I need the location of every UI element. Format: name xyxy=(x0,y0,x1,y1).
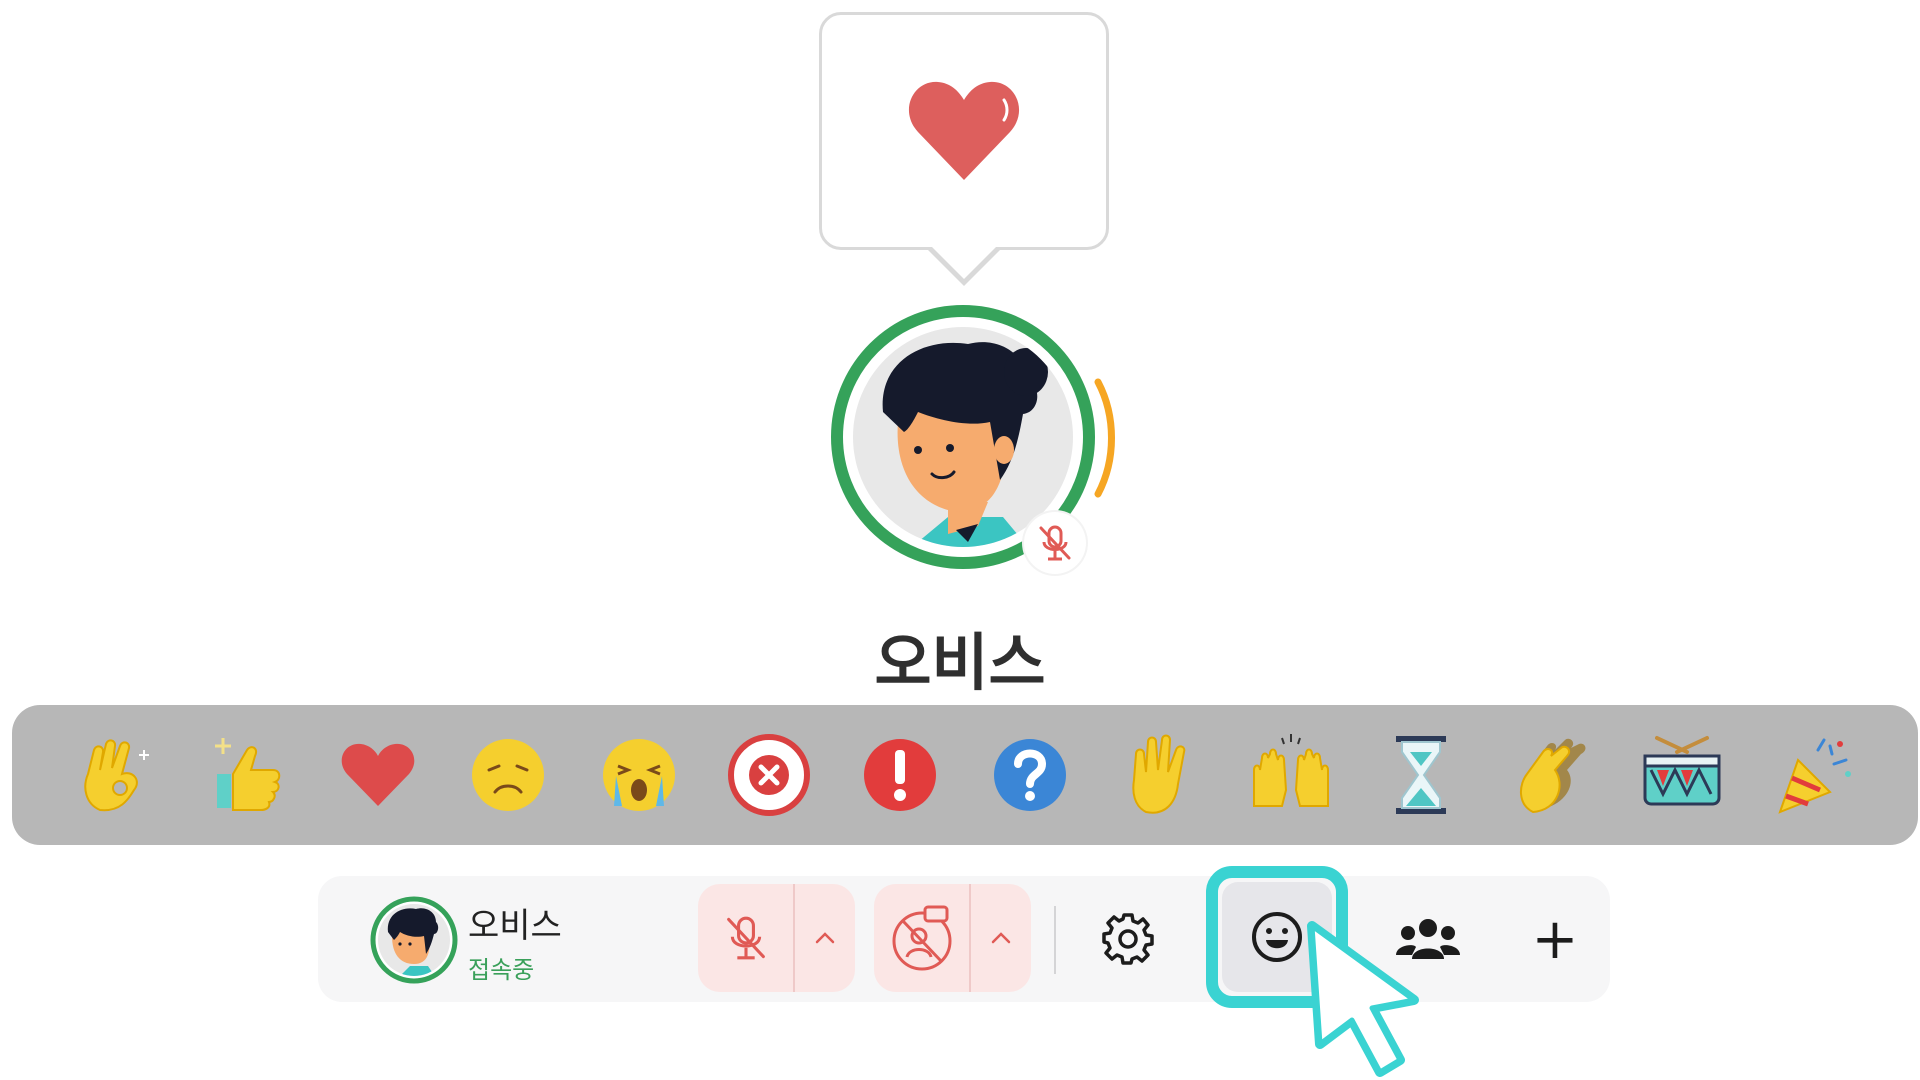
clapping-hands-icon xyxy=(1519,738,1586,814)
heart-icon xyxy=(908,81,1020,180)
emoji-crying-button[interactable] xyxy=(591,727,687,823)
connection-status: 접속중 xyxy=(468,956,535,984)
raised-hand-icon xyxy=(1131,734,1185,814)
mic-options-button[interactable] xyxy=(795,884,855,992)
add-button[interactable]: + xyxy=(1510,894,1600,984)
party-popper-icon xyxy=(1778,738,1851,814)
user-name: 오비스 xyxy=(468,906,562,946)
emoji-question-button[interactable] xyxy=(982,727,1078,823)
thumbs-up-icon xyxy=(214,738,280,811)
reaction-bubble xyxy=(819,12,1109,250)
emoji-ok-hand-button[interactable] xyxy=(69,727,165,823)
gear-icon xyxy=(1102,913,1154,965)
speaking-indicator xyxy=(1094,378,1115,498)
reaction-bubble-tail xyxy=(928,247,1000,286)
heart-icon xyxy=(341,743,415,806)
cross-mark-icon xyxy=(728,734,811,816)
stage: 오비스 오비스 접속중 + xyxy=(0,0,1920,1080)
question-icon xyxy=(994,739,1067,811)
disappointed-face-icon xyxy=(472,739,545,811)
emoji-clapping-button[interactable] xyxy=(1504,727,1600,823)
ok-hand-icon xyxy=(84,739,150,812)
plus-icon: + xyxy=(1531,906,1579,972)
mic-control-group xyxy=(698,884,855,992)
mic-off-icon xyxy=(726,916,765,960)
chevron-up-icon xyxy=(991,932,1011,944)
emoji-heart-button[interactable] xyxy=(330,727,426,823)
cursor-pointer-icon xyxy=(1307,921,1419,1077)
participant-mute-badge xyxy=(1024,512,1086,574)
chevron-up-icon xyxy=(815,932,835,944)
emoji-cross-mark-button[interactable] xyxy=(721,727,817,823)
emoji-reaction-bar xyxy=(12,705,1918,845)
emoji-hourglass-button[interactable] xyxy=(1373,727,1469,823)
crying-face-icon xyxy=(602,739,675,811)
camera-options-button[interactable] xyxy=(971,884,1031,992)
participant-name: 오비스 xyxy=(874,626,1046,699)
camera-toggle-button[interactable] xyxy=(874,884,971,992)
drum-icon xyxy=(1643,736,1721,806)
emoji-exclamation-button[interactable] xyxy=(852,727,948,823)
raising-hands-icon xyxy=(1253,734,1329,807)
emoji-raising-hands-button[interactable] xyxy=(1243,727,1339,823)
emoji-disappointed-button[interactable] xyxy=(460,727,556,823)
emoji-thumbs-up-button[interactable] xyxy=(200,727,296,823)
settings-button[interactable] xyxy=(1083,894,1173,984)
emoji-drum-button[interactable] xyxy=(1634,727,1730,823)
toolbar-divider xyxy=(1054,906,1056,974)
mic-off-icon xyxy=(1039,525,1071,561)
camera-control-group xyxy=(874,884,1031,992)
user-avatar[interactable] xyxy=(370,896,458,984)
exclamation-icon xyxy=(863,739,936,811)
hourglass-icon xyxy=(1396,736,1447,814)
emoji-party-popper-button[interactable] xyxy=(1765,727,1861,823)
mic-toggle-button[interactable] xyxy=(698,884,795,992)
emoji-raised-hand-button[interactable] xyxy=(1113,727,1209,823)
camera-off-icon xyxy=(892,905,951,971)
